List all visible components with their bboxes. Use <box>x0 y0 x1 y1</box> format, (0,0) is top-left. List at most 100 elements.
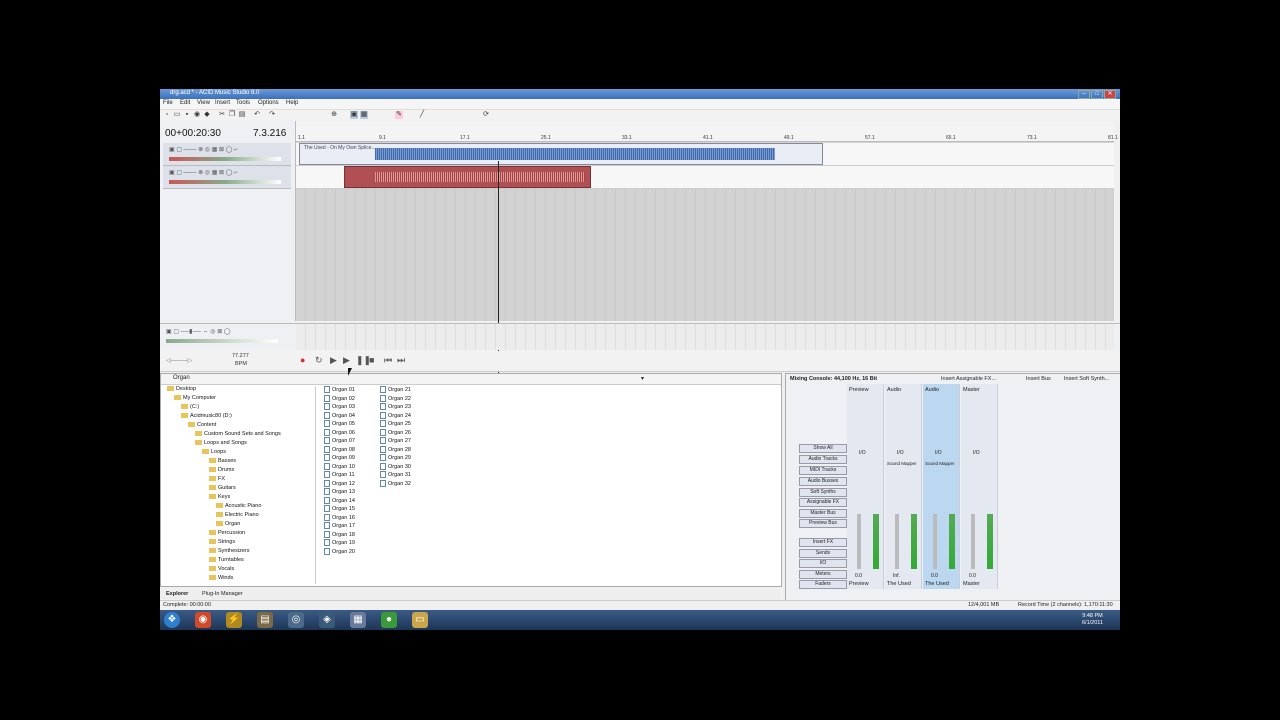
tree-node[interactable]: Drums <box>209 467 234 473</box>
loop-button[interactable]: ↻ <box>315 355 323 366</box>
bus-volume-fader[interactable] <box>166 339 278 343</box>
loop-icon[interactable]: ⟳ <box>482 111 490 119</box>
tree-node[interactable]: Vocals <box>209 566 234 572</box>
file-item[interactable]: Organ 22 <box>380 394 411 402</box>
insert-assignable-fx-button[interactable]: Insert Assignable FX... <box>941 376 996 382</box>
tree-node[interactable]: Loops and Songs <box>195 440 247 446</box>
paste-icon[interactable]: ▤ <box>238 111 246 119</box>
mixer-view-button[interactable]: Soft Synths <box>799 488 847 497</box>
tree-node[interactable]: My Computer <box>174 395 216 401</box>
stop-button[interactable]: ■ <box>369 355 374 365</box>
tree-node[interactable]: Loops <box>202 449 226 455</box>
tree-node[interactable]: Acoustic Piano <box>216 503 261 509</box>
menu-options[interactable]: Options <box>258 100 279 106</box>
insert-bus-button[interactable]: Insert Bus <box>1026 376 1051 382</box>
tree-node[interactable]: Acidmusic80 (D:) <box>181 413 232 419</box>
file-item[interactable]: Organ 18 <box>324 530 355 538</box>
undo-icon[interactable]: ↶ <box>253 111 261 119</box>
file-item[interactable]: Organ 14 <box>324 496 355 504</box>
tree-node[interactable]: Electric Piano <box>216 512 259 518</box>
tree-node[interactable]: Custom Sound Sets and Songs <box>195 431 281 437</box>
go-to-start-button[interactable]: ⏮ <box>384 355 392 366</box>
acid-taskbar-icon[interactable]: ▦ <box>350 612 366 628</box>
track-controls[interactable]: ▣ ▢ ─── ⊗ ◎ ▦ ⊠ ◯ ⌐ <box>169 146 238 153</box>
tree-node[interactable]: Turntables <box>209 557 244 563</box>
sound-mapper-label[interactable]: Sound Mapper <box>925 461 955 466</box>
folder-icon[interactable]: ▤ <box>257 612 273 628</box>
play-button[interactable]: ▶ <box>343 355 350 366</box>
mixer-channel-strip[interactable]: Master I/O 0.0 Master <box>961 384 998 589</box>
file-item[interactable]: Organ 07 <box>324 437 355 444</box>
file-item[interactable]: Organ 15 <box>324 505 355 512</box>
tree-node[interactable]: FX <box>209 476 225 482</box>
tree-node[interactable]: Organ <box>216 521 240 527</box>
insert-soft-synth-button[interactable]: Insert Soft Synth... <box>1064 376 1109 382</box>
tree-node[interactable]: Basses <box>209 458 236 464</box>
tab-explorer[interactable]: Explorer <box>166 591 188 597</box>
tree-node[interactable]: Guitars <box>209 485 236 491</box>
maximize-button[interactable]: □ <box>1091 90 1103 99</box>
file-item[interactable]: Organ 10 <box>324 462 355 470</box>
file-item[interactable]: Organ 09 <box>324 454 355 461</box>
new-icon[interactable]: ▫ <box>163 111 171 119</box>
tempo-value[interactable]: 77.277 <box>232 353 249 359</box>
ruler[interactable]: 1.1 9.1 17.1 25.1 33.1 41.1 49.1 57.1 65.1 73.1 81… <box>296 121 1118 142</box>
network-icon[interactable]: ◎ <box>288 612 304 628</box>
track-volume-fader[interactable] <box>169 180 281 184</box>
file-item[interactable]: Organ 20 <box>324 547 355 555</box>
tree-node[interactable]: Keys <box>209 494 230 500</box>
file-item[interactable]: Organ 29 <box>380 454 411 461</box>
zoom-icon[interactable]: ⊕ <box>330 111 338 119</box>
track-volume-fader[interactable] <box>169 157 281 161</box>
mixer-view-button[interactable]: Audio Tracks <box>799 455 847 464</box>
file-item[interactable]: Organ 21 <box>380 386 411 393</box>
file-item[interactable]: Organ 12 <box>324 479 355 487</box>
render-icon[interactable]: ◉ <box>193 111 201 119</box>
mixer-view-button[interactable]: Sends <box>799 549 847 558</box>
save-icon[interactable]: ▪ <box>183 111 191 119</box>
select-icon[interactable]: ▣ <box>350 111 358 119</box>
tree-node[interactable]: Winds <box>209 575 233 581</box>
file-list[interactable]: Organ 01 Organ 02 Organ 03 Organ 04 Organ 05… <box>324 386 764 576</box>
tree-node[interactable]: Content <box>188 422 216 428</box>
menu-view[interactable]: View <box>197 100 210 106</box>
mixer-view-button[interactable]: Master Bus <box>799 509 847 518</box>
mixer-view-button[interactable]: I/O <box>799 559 847 568</box>
close-button[interactable]: ✕ <box>1104 90 1116 99</box>
bus-grid[interactable] <box>296 324 1114 350</box>
mixer-view-button[interactable]: Show All <box>799 444 847 453</box>
track-header-1[interactable]: ▣ ▢ ─── ⊗ ◎ ▦ ⊠ ◯ ⌐ <box>163 143 291 166</box>
tab-plugin-manager[interactable]: Plug-In Manager <box>202 591 243 597</box>
mixer-view-button[interactable]: Insert FX <box>799 538 847 547</box>
tree-node[interactable]: Strings <box>209 539 235 545</box>
file-item[interactable]: Organ 13 <box>324 488 355 495</box>
cut-icon[interactable]: ✂ <box>218 111 226 119</box>
menu-insert[interactable]: Insert <box>215 100 230 106</box>
file-item[interactable]: Organ 17 <box>324 522 355 529</box>
copy-icon[interactable]: ❐ <box>228 111 236 119</box>
audio-clip-1[interactable]: The Used - On My Own Splice... <box>299 143 823 165</box>
file-item[interactable]: Organ 01 <box>324 386 355 393</box>
winamp-icon[interactable]: ⚡ <box>226 612 242 628</box>
file-item[interactable]: Organ 30 <box>380 462 411 470</box>
mixer-view-button[interactable]: Preview Bus <box>799 519 847 528</box>
app-icon[interactable]: ● <box>381 612 397 628</box>
folder-tree[interactable]: Desktop My Computer (C:) Acidmusic80 (D:) Co… <box>163 386 316 584</box>
file-item[interactable]: Organ 16 <box>324 513 355 521</box>
file-item[interactable]: Organ 04 <box>324 411 355 419</box>
minimize-button[interactable]: – <box>1078 90 1090 99</box>
file-item[interactable]: Organ 05 <box>324 420 355 427</box>
audio-clip-2[interactable] <box>344 166 591 188</box>
file-item[interactable]: Organ 24 <box>380 411 411 419</box>
chrome-icon[interactable]: ◉ <box>195 612 211 628</box>
menu-help[interactable]: Help <box>286 100 298 106</box>
media-icon[interactable]: ◈ <box>319 612 335 628</box>
file-item[interactable]: Organ 23 <box>380 403 411 410</box>
tree-node[interactable]: (C:) <box>181 404 199 410</box>
file-item[interactable]: Organ 19 <box>324 539 355 546</box>
bus-controls[interactable]: ▣ ▢ ──▮── ⇔ ◎ ⊠ ◯ <box>166 328 231 335</box>
start-button[interactable]: ❖ <box>164 612 180 628</box>
mixer-channel-strip[interactable]: Audio I/O Sound Mapper Inf. The Used <box>885 384 922 589</box>
envelope-icon[interactable]: ╱ <box>418 111 426 119</box>
record-button[interactable]: ● <box>300 355 305 365</box>
